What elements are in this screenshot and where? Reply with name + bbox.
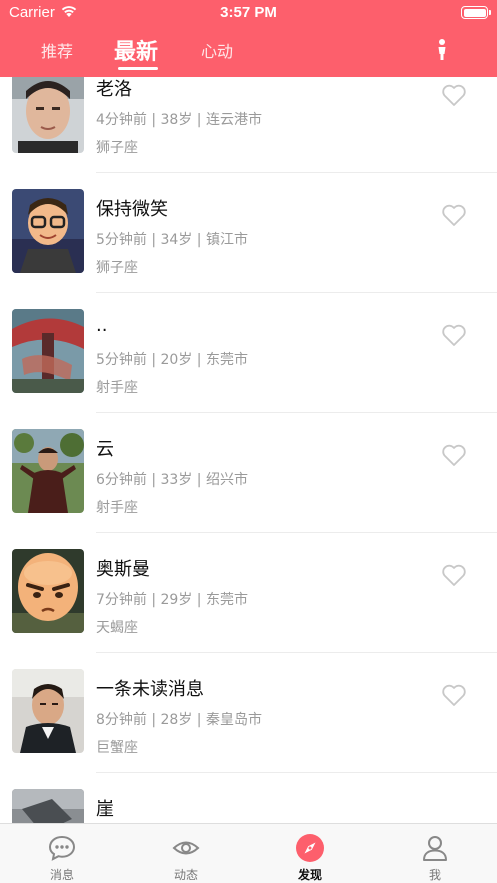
battery-icon bbox=[461, 6, 491, 19]
user-row[interactable]: 奥斯曼 7分钟前 | 29岁 | 东莞市 天蝎座 bbox=[0, 533, 497, 653]
tabbar-label: 消息 bbox=[49, 868, 74, 882]
tab-recommend[interactable]: 推荐 bbox=[41, 38, 73, 62]
user-row[interactable]: 一条未读消息 8分钟前 | 28岁 | 秦皇岛市 巨蟹座 bbox=[0, 653, 497, 773]
user-meta: 7分钟前 | 29岁 | 东莞市 bbox=[96, 592, 248, 608]
user-row[interactable]: .. 5分钟前 | 20岁 | 东莞市 射手座 bbox=[0, 293, 497, 413]
user-meta: 6分钟前 | 33岁 | 绍兴市 bbox=[96, 472, 248, 488]
user-name: 老洛 bbox=[96, 79, 132, 100]
user-name: 奥斯曼 bbox=[96, 559, 150, 580]
heart-icon[interactable] bbox=[441, 443, 467, 467]
top-header: Carrier 3:57 PM 推荐 最新 心动 bbox=[0, 0, 497, 77]
heart-icon[interactable] bbox=[441, 563, 467, 587]
user-row[interactable]: 云 6分钟前 | 33岁 | 绍兴市 射手座 bbox=[0, 413, 497, 533]
avatar bbox=[12, 77, 84, 153]
tabbar-me[interactable]: 我 bbox=[373, 824, 497, 883]
user-zodiac: 天蝎座 bbox=[96, 620, 138, 636]
person-icon bbox=[423, 836, 447, 861]
user-row[interactable]: 保持微笑 5分钟前 | 34岁 | 镇江市 狮子座 bbox=[0, 173, 497, 293]
gender-filter-icon[interactable] bbox=[432, 38, 452, 62]
active-tab-indicator bbox=[118, 67, 158, 70]
user-zodiac: 巨蟹座 bbox=[96, 740, 138, 756]
tab-crush[interactable]: 心动 bbox=[201, 38, 233, 62]
tabbar-messages[interactable]: 消息 bbox=[0, 824, 124, 883]
user-zodiac: 狮子座 bbox=[96, 140, 138, 156]
status-time: 3:57 PM bbox=[220, 4, 277, 21]
compass-icon bbox=[296, 834, 324, 862]
heart-icon[interactable] bbox=[441, 83, 467, 107]
user-name: .. bbox=[96, 315, 108, 336]
user-name: 保持微笑 bbox=[96, 199, 168, 220]
user-row[interactable]: 老洛 4分钟前 | 38岁 | 连云港市 狮子座 bbox=[0, 77, 497, 173]
tabbar-feed[interactable]: 动态 bbox=[124, 824, 248, 883]
user-row[interactable]: 崖 bbox=[0, 773, 497, 823]
heart-icon[interactable] bbox=[441, 683, 467, 707]
tab-latest[interactable]: 最新 bbox=[114, 34, 158, 66]
heart-icon[interactable] bbox=[441, 203, 467, 227]
tabbar-label: 动态 bbox=[173, 868, 198, 882]
avatar bbox=[12, 669, 84, 753]
avatar bbox=[12, 429, 84, 513]
user-meta: 5分钟前 | 20岁 | 东莞市 bbox=[96, 352, 248, 368]
user-meta: 8分钟前 | 28岁 | 秦皇岛市 bbox=[96, 712, 262, 728]
avatar bbox=[12, 549, 84, 633]
bottom-tab-bar: 消息 动态 发现 我 bbox=[0, 823, 497, 883]
tabbar-discover[interactable]: 发现 bbox=[248, 824, 372, 883]
tabbar-label: 发现 bbox=[297, 868, 322, 882]
heart-icon[interactable] bbox=[441, 323, 467, 347]
user-name: 崖 bbox=[96, 799, 114, 820]
user-zodiac: 狮子座 bbox=[96, 260, 138, 276]
avatar bbox=[12, 309, 84, 393]
user-name: 一条未读消息 bbox=[96, 679, 204, 700]
user-zodiac: 射手座 bbox=[96, 380, 138, 396]
user-meta: 5分钟前 | 34岁 | 镇江市 bbox=[96, 232, 248, 248]
tabbar-label: 我 bbox=[428, 868, 441, 882]
user-name: 云 bbox=[96, 439, 114, 460]
avatar bbox=[12, 189, 84, 273]
user-list: 老洛 4分钟前 | 38岁 | 连云港市 狮子座 保持微笑 5分钟前 | 34岁… bbox=[0, 77, 497, 823]
chat-icon bbox=[48, 835, 76, 861]
user-meta: 4分钟前 | 38岁 | 连云港市 bbox=[96, 112, 262, 128]
avatar bbox=[12, 789, 84, 823]
status-bar: Carrier 3:57 PM bbox=[0, 0, 497, 26]
eye-icon bbox=[172, 841, 200, 855]
user-zodiac: 射手座 bbox=[96, 500, 138, 516]
